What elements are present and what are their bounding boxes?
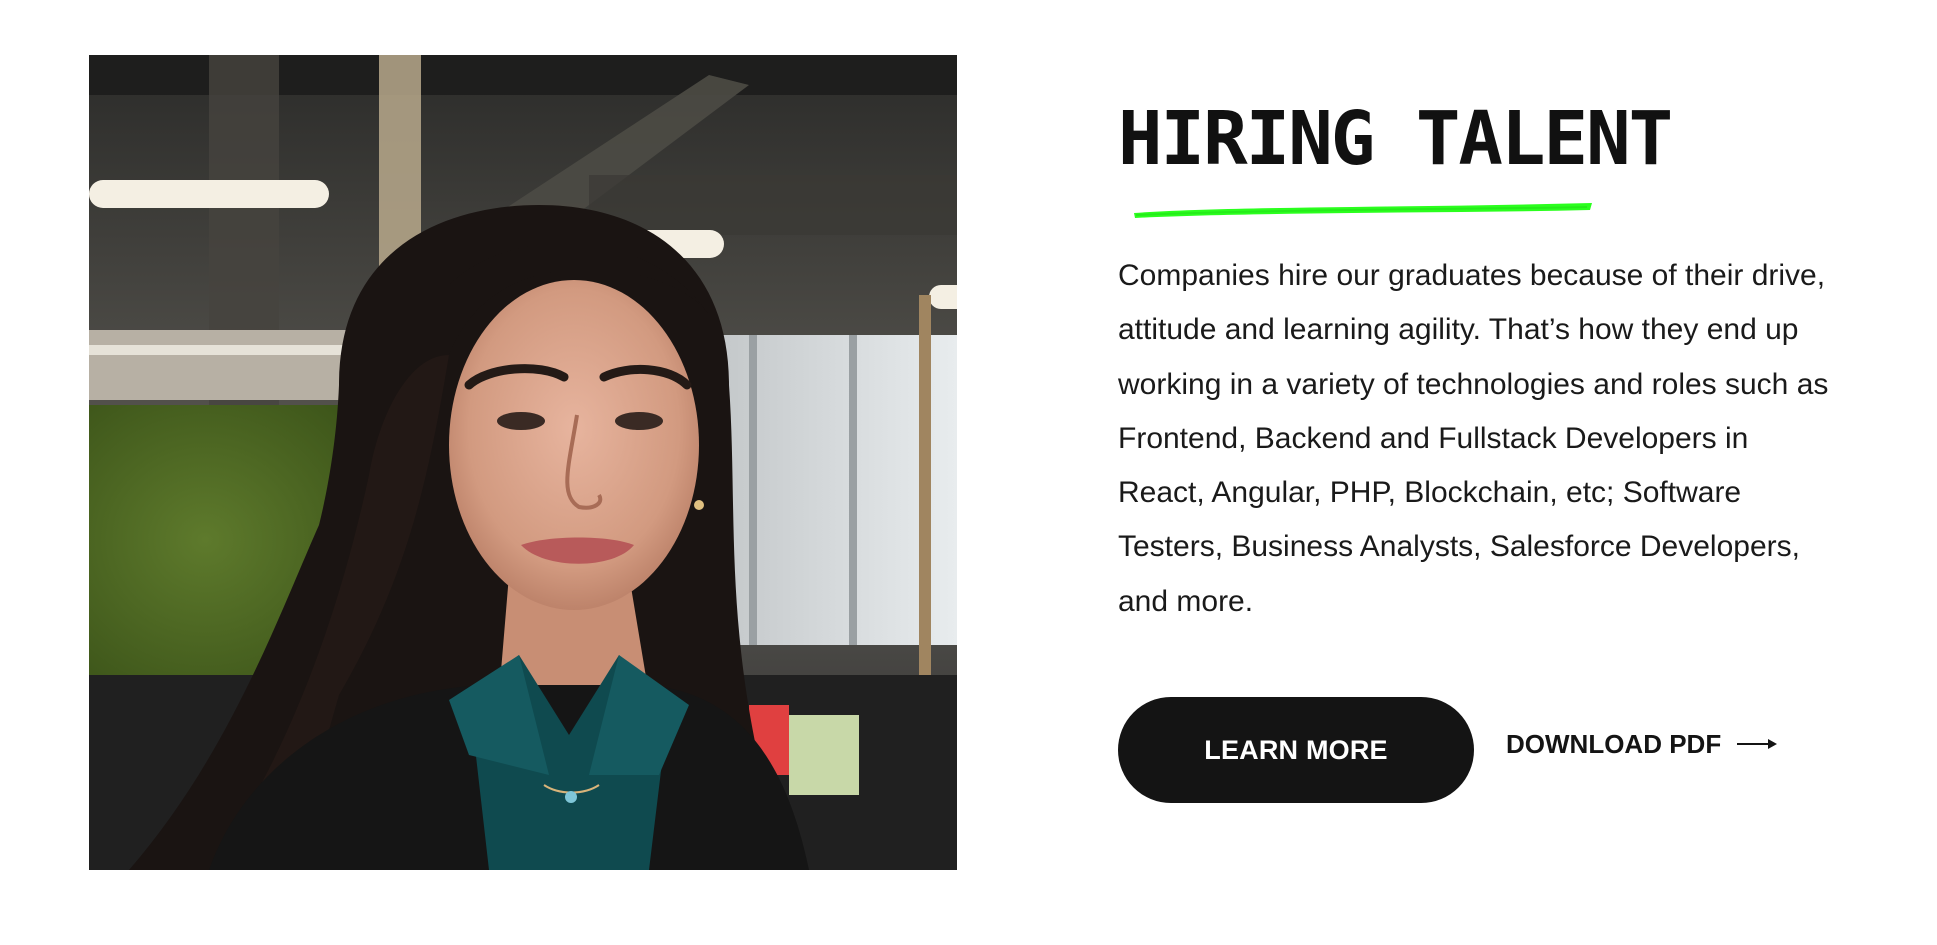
download-pdf-label: DOWNLOAD PDF xyxy=(1506,728,1722,759)
hiring-talent-section: HIRING TALENT Companies hire our graduat… xyxy=(0,0,1937,945)
actions-row: LEARN MORE DOWNLOAD PDF xyxy=(1118,697,1838,804)
title-underline-brush xyxy=(1134,203,1592,218)
learn-more-button[interactable]: LEARN MORE xyxy=(1118,697,1474,804)
download-pdf-link[interactable]: DOWNLOAD PDF xyxy=(1506,728,1778,760)
content-column: HIRING TALENT Companies hire our graduat… xyxy=(1118,95,1838,804)
arrow-right-icon xyxy=(1737,739,1778,750)
section-description: Companies hire our graduates because of … xyxy=(1118,259,1829,618)
section-title: HIRING TALENT xyxy=(1118,96,1673,182)
portrait-photo xyxy=(89,55,957,870)
